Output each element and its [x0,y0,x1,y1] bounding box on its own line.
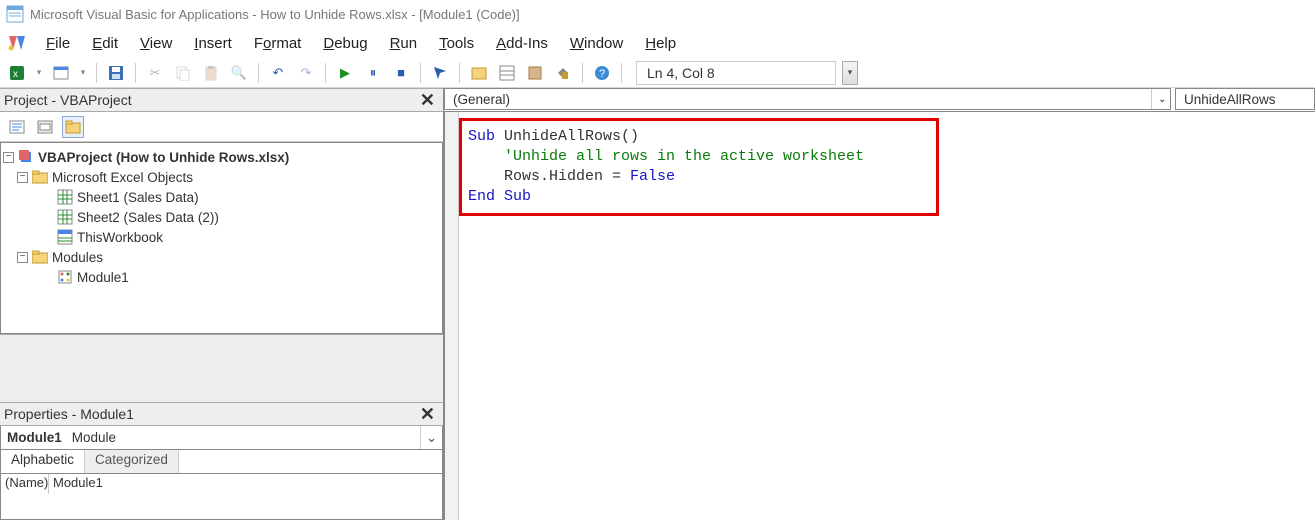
view-code-icon[interactable] [6,116,28,138]
paste-icon[interactable] [200,62,222,84]
svg-text:?: ? [599,68,605,80]
workbook-icon [57,229,73,245]
project-toolbar [0,112,443,142]
collapse-icon[interactable]: − [17,252,28,263]
break-icon[interactable]: ⏸ [362,62,384,84]
tree-root[interactable]: − VBAProject (How to Unhide Rows.xlsx) [3,147,440,167]
project-tree[interactable]: − VBAProject (How to Unhide Rows.xlsx) −… [0,142,443,334]
menu-run[interactable]: Run [380,31,428,56]
code-text[interactable]: Sub UnhideAllRows() 'Unhide all rows in … [468,127,926,207]
vbaproject-icon [18,149,34,165]
project-explorer-icon[interactable] [468,62,490,84]
worksheet-icon [57,209,73,225]
menu-insert[interactable]: Insert [184,31,242,56]
insert-module-icon[interactable] [50,62,72,84]
menu-format[interactable]: Format [244,31,312,56]
menu-addins[interactable]: Add-Ins [486,31,558,56]
properties-object-selector[interactable]: Module1 Module ⌄ [0,426,443,450]
standard-toolbar: x ▾ ▾ ✂ 🔍 ↶ ↷ ▶ ⏸ ■ ? Ln 4, Col 8 ▾ [0,58,1315,88]
code-editor[interactable]: Sub UnhideAllRows() 'Unhide all rows in … [444,112,1315,520]
code-header: (General) ⌄ UnhideAllRows [444,88,1315,112]
find-icon[interactable]: 🔍 [228,62,250,84]
worksheet-icon [57,189,73,205]
tab-categorized[interactable]: Categorized [85,450,179,473]
module-icon [57,269,73,285]
menu-file[interactable]: File [36,31,80,56]
design-mode-icon[interactable] [429,62,451,84]
view-object-icon[interactable] [34,116,56,138]
dropdown-icon[interactable]: ⌄ [1151,89,1166,109]
tree-thisworkbook[interactable]: ThisWorkbook [3,227,440,247]
collapse-icon[interactable]: − [17,172,28,183]
window-title: Microsoft Visual Basic for Applications … [30,7,520,22]
properties-panel-header: Properties - Module1 ✕ [0,402,443,426]
redo-icon[interactable]: ↷ [295,62,317,84]
tree-module1[interactable]: Module1 [3,267,440,287]
object-combo[interactable]: (General) ⌄ [444,88,1171,110]
close-icon[interactable]: ✕ [416,90,439,111]
title-bar: Microsoft Visual Basic for Applications … [0,0,1315,28]
svg-text:x: x [13,69,18,80]
dropdown-icon[interactable]: ▾ [34,67,44,78]
properties-window-icon[interactable] [496,62,518,84]
tree-modules-folder[interactable]: − Modules [3,247,440,267]
properties-grid[interactable]: (Name) Module1 [0,474,443,520]
menu-edit[interactable]: Edit [82,31,128,56]
prop-name-value[interactable]: Module1 [49,474,442,494]
menu-help[interactable]: Help [635,31,686,56]
cut-icon[interactable]: ✂ [144,62,166,84]
toolbox-icon[interactable] [552,62,574,84]
folder-icon [32,169,48,185]
dropdown-icon[interactable]: ⌄ [420,426,442,449]
copy-icon[interactable] [172,62,194,84]
close-icon[interactable]: ✕ [416,404,439,425]
properties-tabs: Alphabetic Categorized [0,450,443,474]
panel-gap [0,334,443,402]
menu-debug[interactable]: Debug [313,31,377,56]
toggle-folders-icon[interactable] [62,116,84,138]
vba-app-icon [6,5,24,23]
tree-sheet1[interactable]: Sheet1 (Sales Data) [3,187,440,207]
cursor-position: Ln 4, Col 8 [636,61,836,85]
procedure-combo[interactable]: UnhideAllRows [1175,88,1315,110]
menu-view[interactable]: View [130,31,182,56]
object-browser-icon[interactable] [524,62,546,84]
code-gutter [445,112,459,520]
project-panel-title: Project - VBAProject [4,92,132,108]
reset-icon[interactable]: ■ [390,62,412,84]
project-panel-header: Project - VBAProject ✕ [0,88,443,112]
tree-excel-objects[interactable]: − Microsoft Excel Objects [3,167,440,187]
collapse-icon[interactable]: − [3,152,14,163]
help-icon[interactable]: ? [591,62,613,84]
view-excel-icon[interactable]: x [6,62,28,84]
properties-panel-title: Properties - Module1 [4,406,134,422]
undo-icon[interactable]: ↶ [267,62,289,84]
run-icon[interactable]: ▶ [334,62,356,84]
tree-sheet2[interactable]: Sheet2 (Sales Data (2)) [3,207,440,227]
prop-name-label: (Name) [1,474,49,494]
vba-logo-icon [6,33,28,53]
menu-tools[interactable]: Tools [429,31,484,56]
menu-window[interactable]: Window [560,31,633,56]
dropdown-icon[interactable]: ▾ [78,67,88,78]
tab-alphabetic[interactable]: Alphabetic [1,450,85,473]
folder-icon [32,249,48,265]
menu-bar: File Edit View Insert Format Debug Run T… [0,28,1315,58]
toolbar-overflow-dropdown[interactable]: ▾ [842,61,858,85]
code-highlight-box: Sub UnhideAllRows() 'Unhide all rows in … [459,118,939,216]
save-icon[interactable] [105,62,127,84]
